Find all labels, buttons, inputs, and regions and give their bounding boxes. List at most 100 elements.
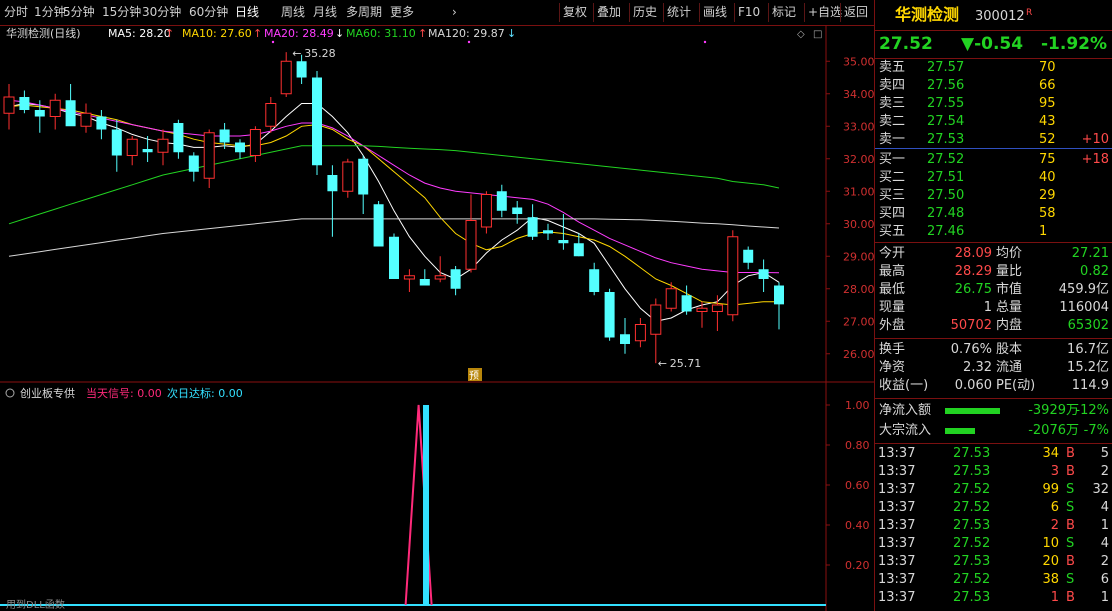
price-tick-label: 34.00 xyxy=(843,88,874,101)
candle-body[interactable] xyxy=(450,269,461,289)
candle-body[interactable] xyxy=(111,129,122,156)
candle-body[interactable] xyxy=(3,96,15,114)
candle-body[interactable] xyxy=(65,100,76,127)
bid-volume: 1 xyxy=(1039,224,1048,239)
candle-body[interactable] xyxy=(142,149,153,153)
candle-body[interactable] xyxy=(696,307,708,312)
candle-body[interactable] xyxy=(604,292,615,338)
more-chevron-icon[interactable]: › xyxy=(452,0,457,25)
candle-body[interactable] xyxy=(173,123,184,153)
candle-body[interactable] xyxy=(358,158,369,195)
tick-time: 13:37 xyxy=(878,464,916,479)
period-tab-3[interactable]: 15分钟 xyxy=(102,0,141,25)
candle-body[interactable] xyxy=(665,288,677,309)
period-tab-4[interactable]: 30分钟 xyxy=(142,0,181,25)
period-tab-2[interactable]: 5分钟 xyxy=(63,0,95,25)
high-price-value: 35.28 xyxy=(304,47,336,60)
candle-body[interactable] xyxy=(389,236,399,279)
tick-time: 13:37 xyxy=(878,536,916,551)
stat-value: 50702 xyxy=(950,318,992,333)
candle-body[interactable] xyxy=(774,285,784,305)
tick-count: 32 xyxy=(1092,482,1109,497)
candle-body[interactable] xyxy=(496,191,507,211)
candle-body[interactable] xyxy=(342,161,354,192)
stat-value: 27.21 xyxy=(1071,246,1109,261)
period-tab-5[interactable]: 60分钟 xyxy=(189,0,228,25)
candle-body[interactable] xyxy=(126,138,138,156)
ask-price: 27.57 xyxy=(927,60,965,75)
candle-body[interactable] xyxy=(296,61,307,78)
tool-button-7[interactable]: +自选 xyxy=(808,0,842,25)
candle-body[interactable] xyxy=(403,275,415,280)
candle-body[interactable] xyxy=(434,275,446,280)
tick-count: 2 xyxy=(1100,464,1109,479)
candle-body[interactable] xyxy=(157,138,169,153)
tick-price: 27.53 xyxy=(953,518,991,533)
candle-body[interactable] xyxy=(219,129,230,143)
candle-body[interactable] xyxy=(249,129,261,156)
candle-body[interactable] xyxy=(527,217,538,237)
candle-body[interactable] xyxy=(49,99,61,117)
kline-chart[interactable]: 华测检测(日线) MA5: 28.20 MA10: 27.60 MA20: 28.49… xyxy=(0,25,874,611)
tick-time: 13:37 xyxy=(878,554,916,569)
tick-volume: 20 xyxy=(1042,554,1059,569)
indicator-toggle-icon[interactable] xyxy=(5,388,15,398)
tick-volume: 34 xyxy=(1042,446,1059,461)
period-tab-7[interactable]: 周线 xyxy=(281,0,305,25)
tool-button-1[interactable]: 叠加 xyxy=(597,0,621,25)
tool-button-0[interactable]: 复权 xyxy=(563,0,587,25)
candle-body[interactable] xyxy=(681,295,692,312)
stat-label: PE(动) xyxy=(996,378,1036,393)
signal-next-label: 次日达标: 0.00 xyxy=(167,386,243,400)
candle-body[interactable] xyxy=(327,175,338,192)
candle-body[interactable] xyxy=(620,334,630,344)
period-tab-10[interactable]: 更多 xyxy=(390,0,414,25)
period-tab-9[interactable]: 多周期 xyxy=(346,0,382,25)
candle-body[interactable] xyxy=(80,112,92,127)
candle-body[interactable] xyxy=(96,116,107,130)
tick-price: 27.52 xyxy=(953,500,991,515)
candle-body[interactable] xyxy=(188,155,199,172)
tool-button-2[interactable]: 历史 xyxy=(633,0,657,25)
tool-button-4[interactable]: 画线 xyxy=(703,0,727,25)
candle-body[interactable] xyxy=(758,269,769,279)
flow-label: 大宗流入 xyxy=(879,423,932,438)
price-tick-label: 27.00 xyxy=(843,315,874,328)
ma-trend-arrow-icon: ↓ xyxy=(507,27,516,40)
stat-label: 最高 xyxy=(879,264,906,279)
candle-body[interactable] xyxy=(711,304,723,312)
candle-body[interactable] xyxy=(235,142,245,153)
period-tab-0[interactable]: 分时 xyxy=(4,0,28,25)
candle-body[interactable] xyxy=(19,97,30,110)
candle-body[interactable] xyxy=(650,304,662,335)
tool-button-3[interactable]: 统计 xyxy=(667,0,691,25)
candle-body[interactable] xyxy=(743,249,754,263)
candle-body[interactable] xyxy=(512,207,523,215)
tick-time: 13:37 xyxy=(878,500,916,515)
candle-body[interactable] xyxy=(480,194,492,228)
candle-body[interactable] xyxy=(634,324,646,342)
candle-body[interactable] xyxy=(589,269,600,292)
tool-button-8[interactable]: 返回 xyxy=(844,0,868,25)
period-tab-6[interactable]: 日线 xyxy=(235,0,259,25)
stat-label: 现量 xyxy=(879,300,906,315)
candle-body[interactable] xyxy=(34,110,45,117)
candle-body[interactable] xyxy=(373,204,384,247)
ask-price: 27.53 xyxy=(927,132,965,147)
candle-body[interactable] xyxy=(543,230,553,234)
candle-body[interactable] xyxy=(265,103,277,127)
candle-body[interactable] xyxy=(419,279,430,286)
candle-body[interactable] xyxy=(312,77,322,166)
period-tab-8[interactable]: 月线 xyxy=(313,0,337,25)
candle-body[interactable] xyxy=(558,240,569,244)
period-tab-1[interactable]: 1分钟 xyxy=(34,0,66,25)
candle-body[interactable] xyxy=(280,60,292,95)
marker-dot xyxy=(703,40,707,44)
tool-button-5[interactable]: F10 xyxy=(738,0,760,25)
candle-body[interactable] xyxy=(465,220,477,270)
candle-body[interactable] xyxy=(727,236,739,316)
candle-body[interactable] xyxy=(203,132,215,179)
tool-button-6[interactable]: 标记 xyxy=(772,0,796,25)
candle-body[interactable] xyxy=(573,243,584,257)
ask-label: 卖二 xyxy=(879,114,906,129)
